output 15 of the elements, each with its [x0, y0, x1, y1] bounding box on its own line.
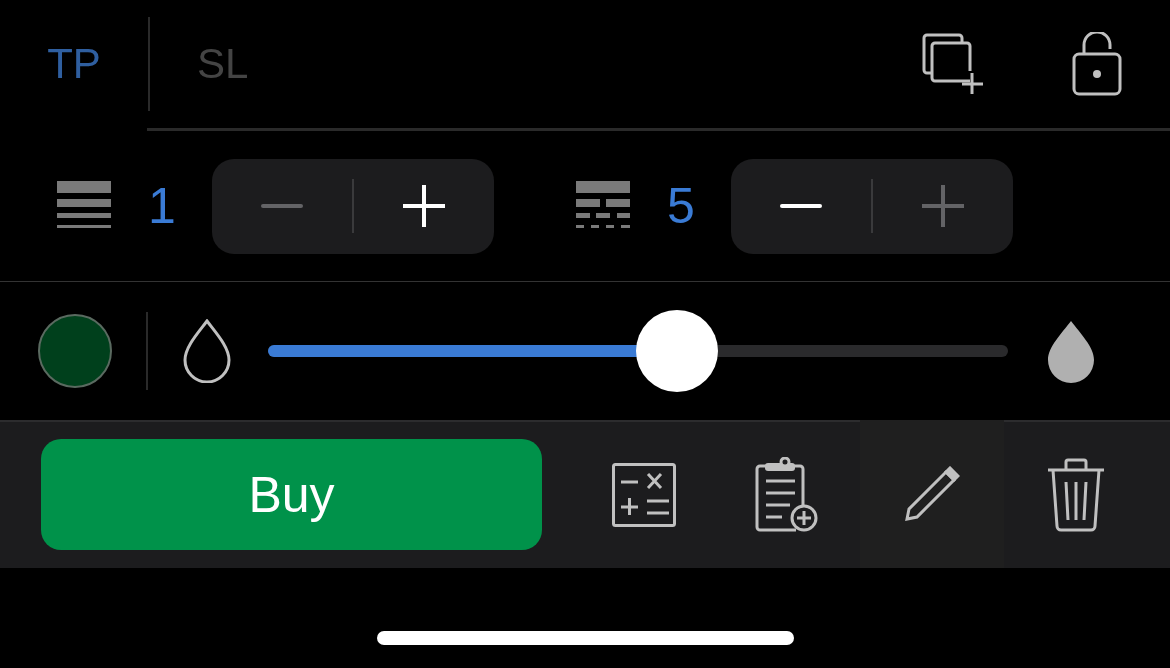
drop-filled-icon	[1046, 319, 1096, 383]
opacity-slider[interactable]	[268, 310, 1008, 392]
duplicate-icon[interactable]	[922, 33, 984, 95]
calculator-icon	[612, 463, 676, 527]
value-label: 1	[147, 177, 177, 235]
lock-icon[interactable]	[1072, 32, 1122, 96]
value-label: 5	[666, 177, 696, 235]
drop-outline-icon	[182, 319, 232, 383]
buy-button[interactable]: Buy	[41, 439, 542, 550]
tab[interactable]: SL	[197, 40, 249, 88]
tab[interactable]: TP	[0, 40, 148, 88]
line-style-icon	[575, 181, 631, 231]
line-weight-icon	[56, 181, 112, 231]
trash-icon	[1047, 458, 1105, 532]
pencil-icon	[904, 466, 960, 522]
